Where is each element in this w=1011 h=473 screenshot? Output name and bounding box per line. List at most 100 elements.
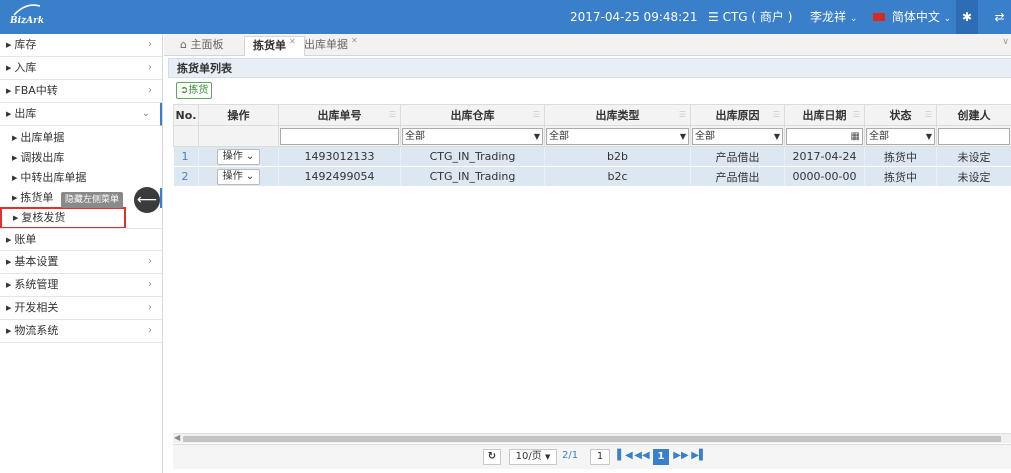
filter-cell-empty bbox=[198, 125, 279, 147]
sidebar-item-label: 系统管理 bbox=[14, 278, 59, 291]
column-header-label: 出库仓库 bbox=[450, 109, 495, 122]
column-header-creator[interactable]: 创建人 bbox=[936, 104, 1011, 126]
select-value: 全部 bbox=[869, 130, 889, 142]
dropdown-arrow-icon: ▼ bbox=[533, 131, 540, 141]
column-header-no: No. bbox=[173, 104, 199, 126]
company-icon: ☰ bbox=[708, 10, 719, 24]
prev-page-icon: ◀◀ bbox=[634, 450, 650, 461]
last-page-button[interactable]: ▶▌ bbox=[691, 449, 707, 465]
column-header-date[interactable]: 出库日期 ☰ bbox=[784, 104, 865, 126]
close-icon[interactable]: ✕ bbox=[289, 37, 296, 46]
horizontal-scrollbar[interactable]: ◀ bbox=[173, 433, 1011, 443]
column-header-label: 出库日期 bbox=[802, 109, 847, 122]
chevron-right-icon: › bbox=[148, 85, 152, 96]
dropdown-arrow-icon: ▼ bbox=[544, 453, 551, 461]
sidebar-item-inbound[interactable]: ▶ 入库 › bbox=[0, 57, 162, 80]
column-header-warehouse[interactable]: 出库仓库 ☰ bbox=[400, 104, 545, 126]
swap-icon: ⇄ bbox=[994, 10, 1005, 24]
collapse-sidebar-button[interactable]: ⟵ bbox=[134, 187, 160, 213]
column-header-order-no[interactable]: 出库单号 ☰ bbox=[278, 104, 401, 126]
sidebar-item-fba[interactable]: ▶ FBA中转 › bbox=[0, 80, 162, 103]
top-bar: BizArk 2017-04-25 09:48:21 ☰ CTG ( 商户 ) … bbox=[0, 0, 1011, 34]
dropdown-arrow-icon: ▼ bbox=[679, 131, 686, 141]
chevron-down-icon: ⌄ bbox=[849, 14, 858, 24]
column-header-reason[interactable]: 出库原因 ☰ bbox=[690, 104, 785, 126]
scrollbar-thumb[interactable] bbox=[183, 436, 1001, 442]
page-number-input[interactable]: 1 bbox=[590, 449, 610, 465]
action-dropdown-button[interactable]: 操作 ⌄ bbox=[216, 168, 261, 185]
app-logo[interactable]: BizArk bbox=[8, 4, 48, 30]
caret-right-icon: ▶ bbox=[13, 214, 19, 222]
status-filter-select[interactable]: 全部 ▼ bbox=[866, 127, 935, 145]
current-page-button[interactable]: 1 bbox=[653, 449, 669, 465]
next-page-button[interactable]: ▶▶ bbox=[673, 449, 689, 465]
cell-status: 拣货中 bbox=[864, 146, 937, 167]
caret-right-icon: ▶ bbox=[6, 281, 12, 289]
page-size-select[interactable]: 10/页 ▼ bbox=[509, 449, 557, 465]
column-header-label: 出库原因 bbox=[715, 109, 760, 122]
user-menu[interactable]: 李龙祥 ⌄ bbox=[810, 0, 857, 34]
sidebar-item-system-admin[interactable]: ▶ 系统管理 › bbox=[0, 274, 162, 297]
arrow-left-icon: ⟵ bbox=[136, 192, 158, 208]
cell-no: 2 bbox=[173, 166, 199, 187]
sidebar-item-label: 入库 bbox=[14, 61, 37, 74]
sidebar-subitem-review-ship[interactable]: ▶ 复核发货 bbox=[0, 207, 126, 229]
sidebar-subitem-outbound-orders[interactable]: ▶ 出库单据 bbox=[0, 128, 162, 148]
column-header-label: 出库类型 bbox=[595, 109, 640, 122]
pick-button[interactable]: ➲拣货 bbox=[176, 82, 213, 99]
logo-swoosh-icon bbox=[13, 4, 41, 16]
select-value: 全部 bbox=[405, 130, 425, 142]
caret-right-icon: ▶ bbox=[6, 64, 12, 72]
caret-right-icon: ▶ bbox=[6, 327, 12, 335]
table-row[interactable]: 2 操作 ⌄ 1492499054 CTG_IN_Trading b2c 产品借… bbox=[173, 166, 1011, 187]
language-selector[interactable]: 简体中文 ⌄ bbox=[873, 0, 951, 34]
sidebar-item-inventory[interactable]: ▶ 库存 › bbox=[0, 34, 162, 57]
cell-warehouse: CTG_IN_Trading bbox=[400, 166, 545, 187]
tabs-scroll-icon[interactable]: ∨ bbox=[1002, 37, 1009, 47]
swap-button[interactable]: ⇄ bbox=[988, 0, 1011, 34]
sidebar-subitem-transfer-out[interactable]: ▶ 调拨出库 bbox=[0, 148, 162, 168]
warehouse-filter-select[interactable]: 全部 ▼ bbox=[402, 127, 543, 145]
reason-filter-select[interactable]: 全部 ▼ bbox=[692, 127, 783, 145]
tab-outbound-orders[interactable]: 出库单据 ✕ bbox=[296, 36, 366, 56]
type-filter-select[interactable]: 全部 ▼ bbox=[546, 127, 689, 145]
column-header-type[interactable]: 出库类型 ☰ bbox=[544, 104, 691, 126]
close-icon[interactable]: ✕ bbox=[351, 36, 358, 45]
pin-button[interactable]: ✱ bbox=[956, 0, 978, 34]
first-page-icon: ▌◀ bbox=[617, 450, 633, 461]
calendar-icon[interactable]: ▦ bbox=[851, 129, 860, 144]
chevron-right-icon: › bbox=[148, 279, 152, 290]
sidebar-subitem-label: 复核发货 bbox=[21, 211, 66, 224]
creator-filter-input[interactable] bbox=[938, 127, 1010, 145]
action-label: 操作 bbox=[222, 150, 243, 162]
current-datetime: 2017-04-25 09:48:21 bbox=[570, 10, 698, 24]
panel-title: 拣货单列表 bbox=[168, 58, 1011, 78]
date-filter-input[interactable]: ▦ bbox=[786, 127, 863, 145]
page-info: 2/1 bbox=[562, 450, 579, 461]
cell-type: b2c bbox=[544, 166, 691, 187]
sidebar-item-billing[interactable]: ▶ 账单 bbox=[0, 228, 162, 251]
refresh-button[interactable]: ↻ bbox=[483, 449, 501, 465]
action-dropdown-button[interactable]: 操作 ⌄ bbox=[216, 148, 261, 165]
sidebar-subitem-transit-orders[interactable]: ▶ 中转出库单据 bbox=[0, 168, 162, 188]
sidebar-item-development[interactable]: ▶ 开发相关 › bbox=[0, 297, 162, 320]
order-no-filter-input[interactable] bbox=[280, 127, 399, 145]
cell-creator: 未设定 bbox=[936, 146, 1011, 167]
sidebar-item-logistics[interactable]: ▶ 物流系统 › bbox=[0, 320, 162, 343]
caret-right-icon: ▶ bbox=[12, 154, 18, 162]
first-page-button[interactable]: ▌◀ bbox=[617, 449, 633, 465]
sidebar-item-basic-settings[interactable]: ▶ 基本设置 › bbox=[0, 251, 162, 274]
prev-page-button[interactable]: ◀◀ bbox=[634, 449, 650, 465]
caret-right-icon: ▶ bbox=[12, 134, 18, 142]
column-header-status[interactable]: 状态 ☰ bbox=[864, 104, 937, 126]
cell-action: 操作 ⌄ bbox=[198, 166, 279, 187]
tab-dashboard[interactable]: ⌂ 主面板 bbox=[172, 36, 231, 56]
logo-text: BizArk bbox=[10, 16, 45, 26]
scroll-left-icon[interactable]: ◀ bbox=[174, 433, 180, 442]
table-row[interactable]: 1 操作 ⌄ 1493012133 CTG_IN_Trading b2b 产品借… bbox=[173, 146, 1011, 167]
sidebar-item-outbound[interactable]: ▶ 出库 ⌄ bbox=[0, 103, 162, 126]
company-selector[interactable]: ☰ CTG ( 商户 ) bbox=[708, 0, 792, 34]
sidebar-item-label: 物流系统 bbox=[14, 324, 59, 337]
cell-order-no: 1493012133 bbox=[278, 146, 401, 167]
filter-cell-empty bbox=[173, 125, 199, 147]
